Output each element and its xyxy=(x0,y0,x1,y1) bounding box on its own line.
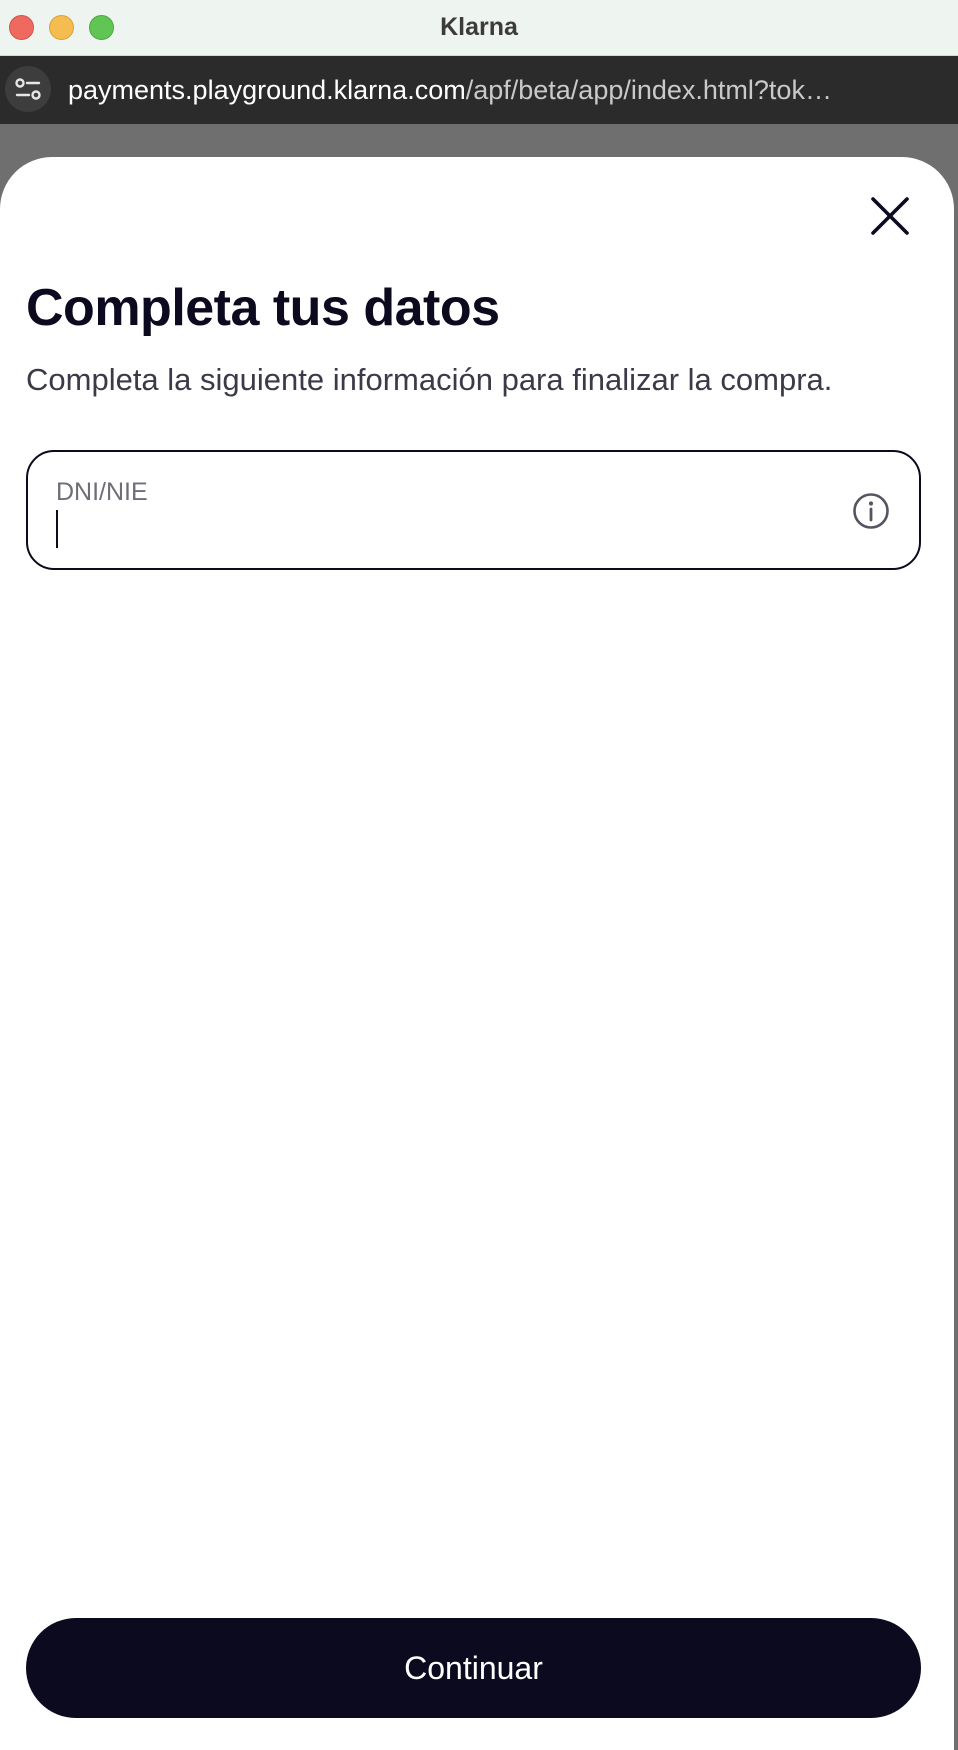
continue-button[interactable]: Continuar xyxy=(26,1618,921,1718)
url-host: payments.playground.klarna.com xyxy=(68,75,466,105)
title-bar: Klarna xyxy=(0,0,958,56)
info-button[interactable] xyxy=(852,492,890,530)
tune-icon xyxy=(15,78,41,100)
text-caret xyxy=(56,510,58,548)
window-title: Klarna xyxy=(440,13,518,41)
dni-nie-field[interactable]: DNI/NIE xyxy=(26,450,921,570)
url-text[interactable]: payments.playground.klarna.com/apf/beta/… xyxy=(68,75,918,106)
page-title: Completa tus datos xyxy=(26,279,500,337)
info-icon xyxy=(853,493,889,529)
page-description: Completa la siguiente información para f… xyxy=(26,362,833,397)
browser-window: Klarna payments.playground.klarna.com/ap… xyxy=(0,0,958,1750)
dni-nie-label: DNI/NIE xyxy=(56,478,148,506)
address-bar[interactable]: payments.playground.klarna.com/apf/beta/… xyxy=(0,56,958,124)
close-icon xyxy=(871,197,909,235)
dni-nie-input[interactable] xyxy=(54,508,814,548)
close-button[interactable] xyxy=(864,190,916,242)
site-settings-button[interactable] xyxy=(5,66,51,112)
url-path: /apf/beta/app/index.html?tok… xyxy=(465,75,832,105)
